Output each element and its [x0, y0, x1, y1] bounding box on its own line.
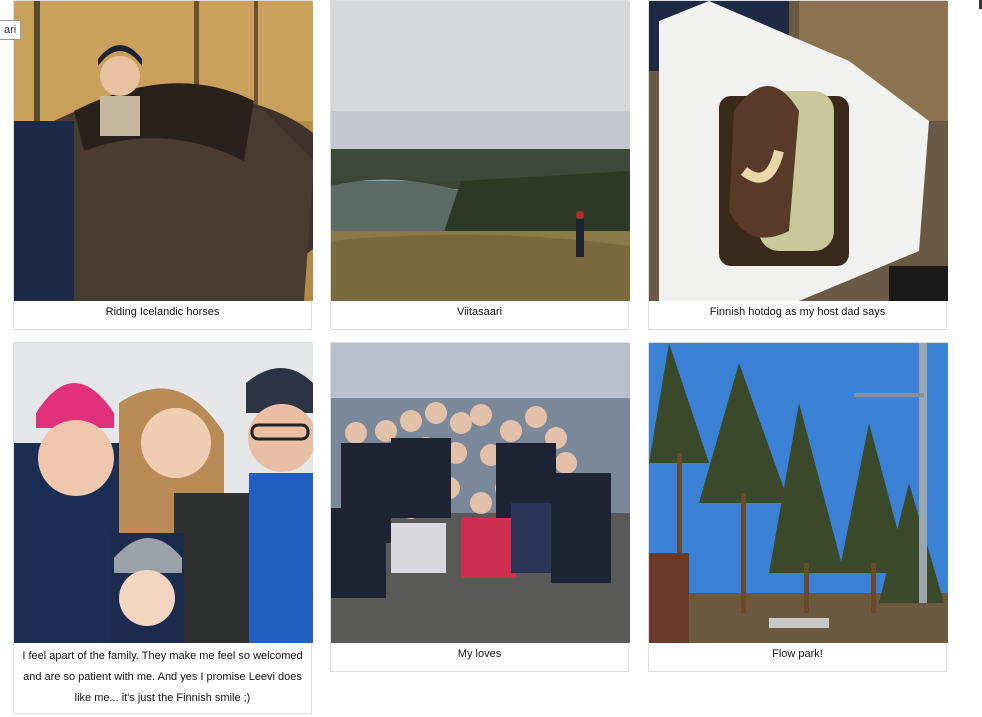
caption-horses: Riding Icelandic horses	[105, 306, 220, 318]
caption-hotdog: Finnish hotdog as my host dad says	[709, 306, 886, 318]
group-friends-photo[interactable]	[331, 343, 630, 643]
family-selfie-photo[interactable]	[14, 343, 313, 643]
adventure-park-photo[interactable]	[649, 343, 948, 643]
hotdog-photo[interactable]	[649, 1, 948, 301]
gallery-card-family[interactable]: I feel apart of the family. They make me…	[13, 342, 313, 714]
gallery-card-hotdog[interactable]: Finnish hotdog as my host dad says	[648, 0, 948, 330]
caption-viitasaari: Viitasaari	[456, 306, 503, 318]
lake-landscape-photo[interactable]	[331, 1, 630, 301]
gallery-card-viitasaari[interactable]: Viitasaari	[330, 0, 630, 330]
horse-riding-photo[interactable]	[14, 1, 313, 301]
caption-friends: My loves	[457, 648, 502, 660]
caption-flowpark: Flow park!	[772, 648, 823, 660]
gallery-card-horses[interactable]: Riding Icelandic horses	[13, 0, 313, 330]
gallery-card-flowpark[interactable]: Flow park!	[648, 342, 948, 672]
caption-family: I feel apart of the family. They make me…	[22, 650, 303, 704]
gallery-card-friends[interactable]: My loves	[330, 342, 630, 672]
tooltip-label: ari	[0, 20, 22, 40]
